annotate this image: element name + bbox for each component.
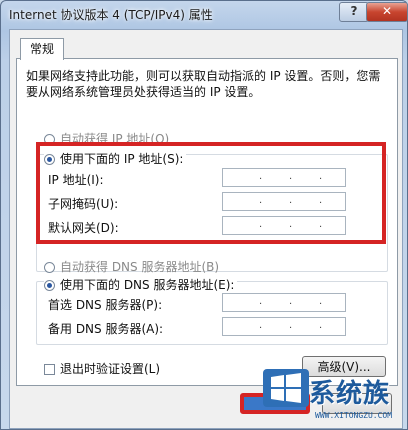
alternate-dns-input[interactable]: ... bbox=[222, 317, 346, 336]
validate-checkbox[interactable] bbox=[44, 364, 55, 375]
window-title: Internet 协议版本 4 (TCP/IPv4) 属性 bbox=[9, 8, 213, 22]
preferred-dns-label: 首选 DNS 服务器(P): bbox=[48, 298, 163, 312]
alternate-dns-label: 备用 DNS 服务器(A): bbox=[48, 322, 164, 336]
watermark-text: 系统族 bbox=[309, 379, 391, 409]
windows-logo-icon bbox=[263, 369, 309, 407]
highlight-box bbox=[36, 142, 386, 244]
validate-option[interactable]: 退出时验证设置(L) bbox=[44, 360, 160, 377]
dns-manual-option[interactable]: 使用下面的 DNS 服务器地址(E): bbox=[44, 276, 238, 293]
description-text: 如果网络支持此功能，则可以获取自动指派的 IP 设置。否则，您需要从网络系统管理… bbox=[26, 69, 381, 99]
help-button[interactable]: ? bbox=[339, 2, 369, 22]
dns-auto-label: 自动获得 DNS 服务器地址(B) bbox=[60, 260, 220, 274]
tab-general[interactable]: 常规 bbox=[20, 38, 64, 60]
dialog-window: Internet 协议版本 4 (TCP/IPv4) 属性 ? ✕ 常规 如果网… bbox=[0, 0, 408, 430]
close-button[interactable]: ✕ bbox=[366, 2, 408, 22]
dns-auto-radio[interactable] bbox=[44, 262, 55, 273]
dns-auto-option[interactable]: 自动获得 DNS 服务器地址(B) bbox=[44, 258, 219, 275]
dns-manual-radio[interactable] bbox=[44, 280, 55, 291]
dialog-client: 常规 如果网络支持此功能，则可以获取自动指派的 IP 设置。否则，您需要从网络系… bbox=[9, 29, 403, 429]
preferred-dns-input[interactable]: ... bbox=[222, 293, 346, 312]
dns-manual-label: 使用下面的 DNS 服务器地址(E): bbox=[60, 278, 235, 292]
validate-label: 退出时验证设置(L) bbox=[60, 362, 161, 376]
watermark-url: WWW.XITONGZU.COM bbox=[315, 411, 393, 420]
